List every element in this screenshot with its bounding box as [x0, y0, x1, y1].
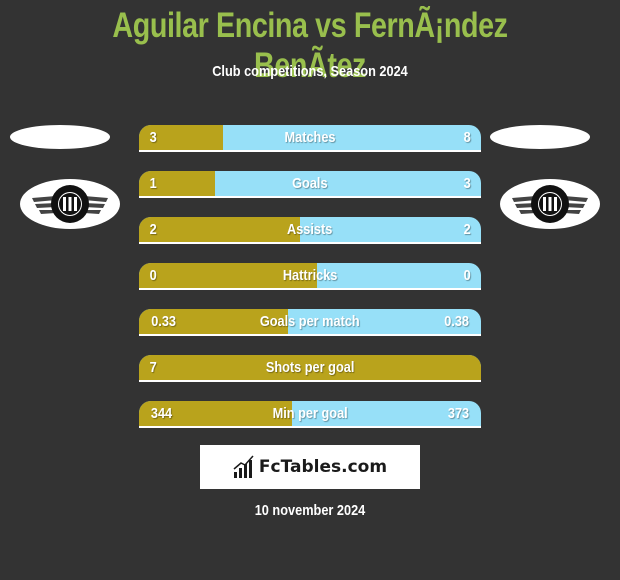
- club-crest-icon: [32, 185, 108, 223]
- stat-label: Matches: [284, 129, 336, 146]
- stat-row: 0.33 Goals per match 0.38: [139, 309, 481, 336]
- right-value: 373: [447, 405, 470, 422]
- stat-label: Assists: [287, 221, 333, 238]
- right-team-logo: [500, 179, 600, 229]
- left-player-placeholder: [10, 125, 110, 149]
- right-value: 3: [463, 175, 471, 192]
- season-subtitle: Club competitions, Season 2024: [212, 63, 408, 80]
- chart-logo-icon: [233, 455, 254, 478]
- right-value: 8: [463, 129, 471, 146]
- stat-label: Goals per match: [260, 313, 360, 330]
- right-value: 0.38: [443, 313, 469, 330]
- stat-row: 7 Shots per goal: [139, 355, 481, 382]
- left-team-logo: [20, 179, 120, 229]
- stat-label: Goals: [292, 175, 328, 192]
- right-player-placeholder: [490, 125, 590, 149]
- stat-row: 344 Min per goal 373: [139, 401, 481, 428]
- stat-row: 2 Assists 2: [139, 217, 481, 244]
- stat-row: 3 Matches 8: [139, 125, 481, 152]
- stat-row: 1 Goals 3: [139, 171, 481, 198]
- stat-label: Shots per goal: [265, 359, 355, 376]
- club-crest-icon: [512, 185, 588, 223]
- right-value: 2: [463, 221, 471, 238]
- report-date: 10 november 2024: [254, 502, 366, 519]
- stat-row: 0 Hattricks 0: [139, 263, 481, 290]
- brand-name: FcTables.com: [258, 457, 388, 477]
- right-value: 0: [463, 267, 471, 284]
- stat-label: Min per goal: [272, 405, 348, 422]
- fctables-logo[interactable]: FcTables.com: [200, 445, 420, 489]
- stat-label: Hattricks: [282, 267, 338, 284]
